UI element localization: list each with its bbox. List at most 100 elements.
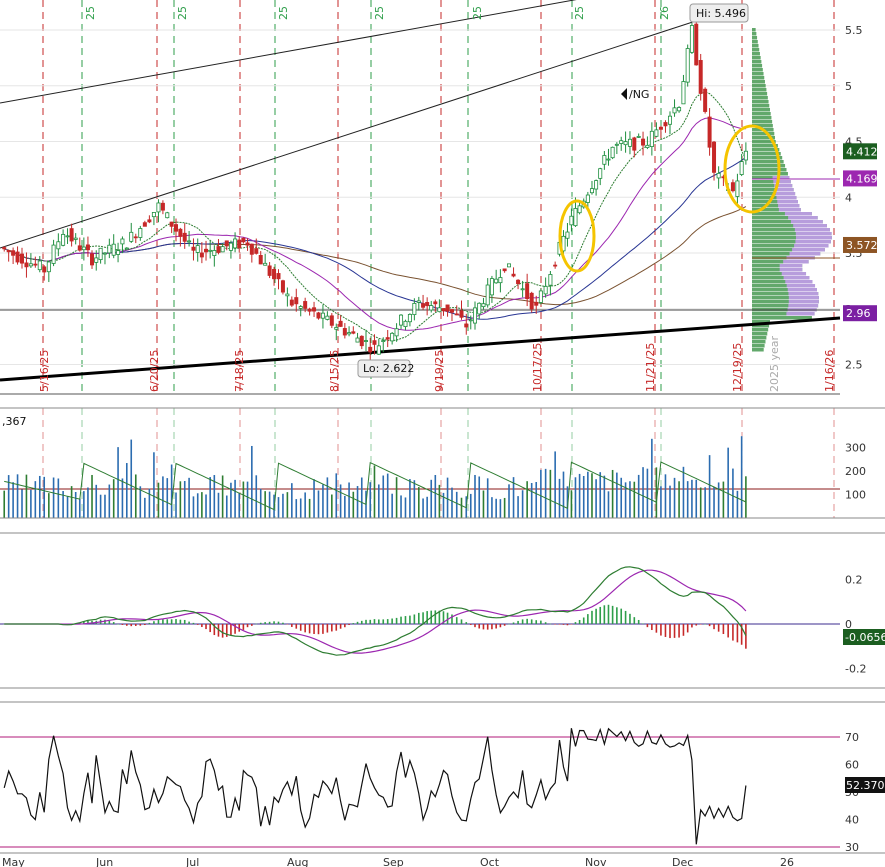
candle-body[interactable] bbox=[187, 240, 192, 243]
candle-body[interactable] bbox=[381, 340, 386, 342]
candle-body[interactable] bbox=[312, 307, 317, 312]
candle-body[interactable] bbox=[716, 172, 721, 179]
candle-body[interactable] bbox=[641, 138, 646, 146]
candle-body[interactable] bbox=[569, 215, 574, 226]
candle-body[interactable] bbox=[364, 340, 369, 342]
candle-body[interactable] bbox=[654, 129, 659, 137]
candle-body[interactable] bbox=[338, 320, 343, 327]
candle-body[interactable] bbox=[459, 310, 464, 318]
candle-body[interactable] bbox=[199, 252, 204, 258]
candle-body[interactable] bbox=[329, 315, 334, 326]
candle-body[interactable] bbox=[320, 312, 325, 319]
candle-body[interactable] bbox=[694, 23, 699, 66]
candle-body[interactable] bbox=[677, 107, 682, 112]
candle-body[interactable] bbox=[735, 180, 740, 197]
candle-body[interactable] bbox=[56, 241, 61, 250]
candle-body[interactable] bbox=[454, 313, 459, 316]
candle-body[interactable] bbox=[216, 246, 221, 253]
candle-body[interactable] bbox=[636, 136, 641, 138]
candle-body[interactable] bbox=[477, 302, 482, 315]
candle-body[interactable] bbox=[224, 240, 229, 247]
candle-body[interactable] bbox=[220, 246, 225, 253]
candle-body[interactable] bbox=[334, 327, 339, 330]
candle-body[interactable] bbox=[685, 48, 690, 83]
candle-body[interactable] bbox=[182, 232, 187, 242]
candle-body[interactable] bbox=[494, 278, 499, 284]
candle-body[interactable] bbox=[548, 274, 553, 286]
candle-body[interactable] bbox=[707, 116, 712, 148]
candle-body[interactable] bbox=[294, 297, 299, 305]
candle-body[interactable] bbox=[156, 202, 161, 213]
candle-body[interactable] bbox=[298, 306, 303, 309]
candle-body[interactable] bbox=[743, 150, 748, 161]
candle-body[interactable] bbox=[42, 266, 47, 273]
candle-body[interactable] bbox=[481, 303, 486, 308]
candle-body[interactable] bbox=[11, 250, 16, 256]
candle-body[interactable] bbox=[689, 25, 694, 53]
candle-body[interactable] bbox=[730, 182, 735, 192]
candle-body[interactable] bbox=[19, 253, 24, 264]
candle-body[interactable] bbox=[228, 242, 233, 251]
candle-body[interactable] bbox=[254, 248, 259, 254]
candle-body[interactable] bbox=[90, 253, 95, 266]
candle-body[interactable] bbox=[441, 308, 446, 312]
candle-body[interactable] bbox=[385, 337, 390, 340]
candle-body[interactable] bbox=[712, 141, 717, 173]
candle-body[interactable] bbox=[124, 247, 129, 250]
candle-body[interactable] bbox=[534, 301, 539, 306]
candle-body[interactable] bbox=[280, 280, 285, 293]
candle-body[interactable] bbox=[191, 246, 196, 251]
candle-body[interactable] bbox=[573, 208, 578, 227]
candle-body[interactable] bbox=[390, 332, 395, 342]
candle-body[interactable] bbox=[602, 155, 607, 165]
candle-body[interactable] bbox=[538, 290, 543, 303]
candle-body[interactable] bbox=[263, 262, 268, 266]
candle-body[interactable] bbox=[285, 293, 290, 297]
candle-body[interactable] bbox=[606, 158, 611, 161]
candle-body[interactable] bbox=[276, 273, 281, 280]
candle-body[interactable] bbox=[507, 263, 512, 268]
candle-body[interactable] bbox=[525, 283, 530, 300]
candle-body[interactable] bbox=[489, 278, 494, 296]
candle-body[interactable] bbox=[425, 302, 430, 307]
candle-body[interactable] bbox=[120, 238, 125, 245]
candle-body[interactable] bbox=[15, 251, 20, 263]
candle-body[interactable] bbox=[529, 292, 534, 310]
candle-body[interactable] bbox=[98, 247, 103, 261]
candle-body[interactable] bbox=[102, 252, 107, 255]
candle-body[interactable] bbox=[272, 269, 277, 280]
candle-body[interactable] bbox=[342, 328, 347, 336]
candle-body[interactable] bbox=[178, 228, 183, 237]
candle-body[interactable] bbox=[511, 273, 516, 277]
candle-body[interactable] bbox=[516, 279, 521, 285]
candle-body[interactable] bbox=[632, 137, 637, 151]
candle-body[interactable] bbox=[160, 202, 165, 211]
candle-body[interactable] bbox=[433, 301, 438, 305]
candle-body[interactable] bbox=[46, 261, 51, 273]
candle-body[interactable] bbox=[372, 340, 377, 345]
candle-body[interactable] bbox=[116, 250, 121, 255]
candle-body[interactable] bbox=[667, 115, 672, 125]
candle-body[interactable] bbox=[142, 222, 147, 227]
candle-body[interactable] bbox=[437, 307, 442, 313]
candle-body[interactable] bbox=[325, 315, 330, 320]
candle-body[interactable] bbox=[204, 248, 209, 253]
candle-body[interactable] bbox=[33, 263, 38, 266]
candle-body[interactable] bbox=[520, 288, 525, 291]
candle-body[interactable] bbox=[614, 143, 619, 146]
candle-body[interactable] bbox=[445, 304, 450, 312]
candle-body[interactable] bbox=[174, 224, 179, 232]
candle-body[interactable] bbox=[129, 231, 134, 242]
candle-body[interactable] bbox=[347, 332, 352, 335]
candle-body[interactable] bbox=[663, 122, 668, 127]
candle-body[interactable] bbox=[368, 346, 373, 353]
candle-body[interactable] bbox=[619, 140, 624, 144]
candle-body[interactable] bbox=[303, 301, 308, 309]
candle-body[interactable] bbox=[94, 257, 99, 263]
candle-body[interactable] bbox=[577, 205, 582, 214]
candle-body[interactable] bbox=[138, 228, 143, 238]
candle-body[interactable] bbox=[485, 284, 490, 306]
candle-body[interactable] bbox=[85, 244, 90, 251]
candle-body[interactable] bbox=[565, 231, 570, 239]
candle-body[interactable] bbox=[407, 313, 412, 323]
